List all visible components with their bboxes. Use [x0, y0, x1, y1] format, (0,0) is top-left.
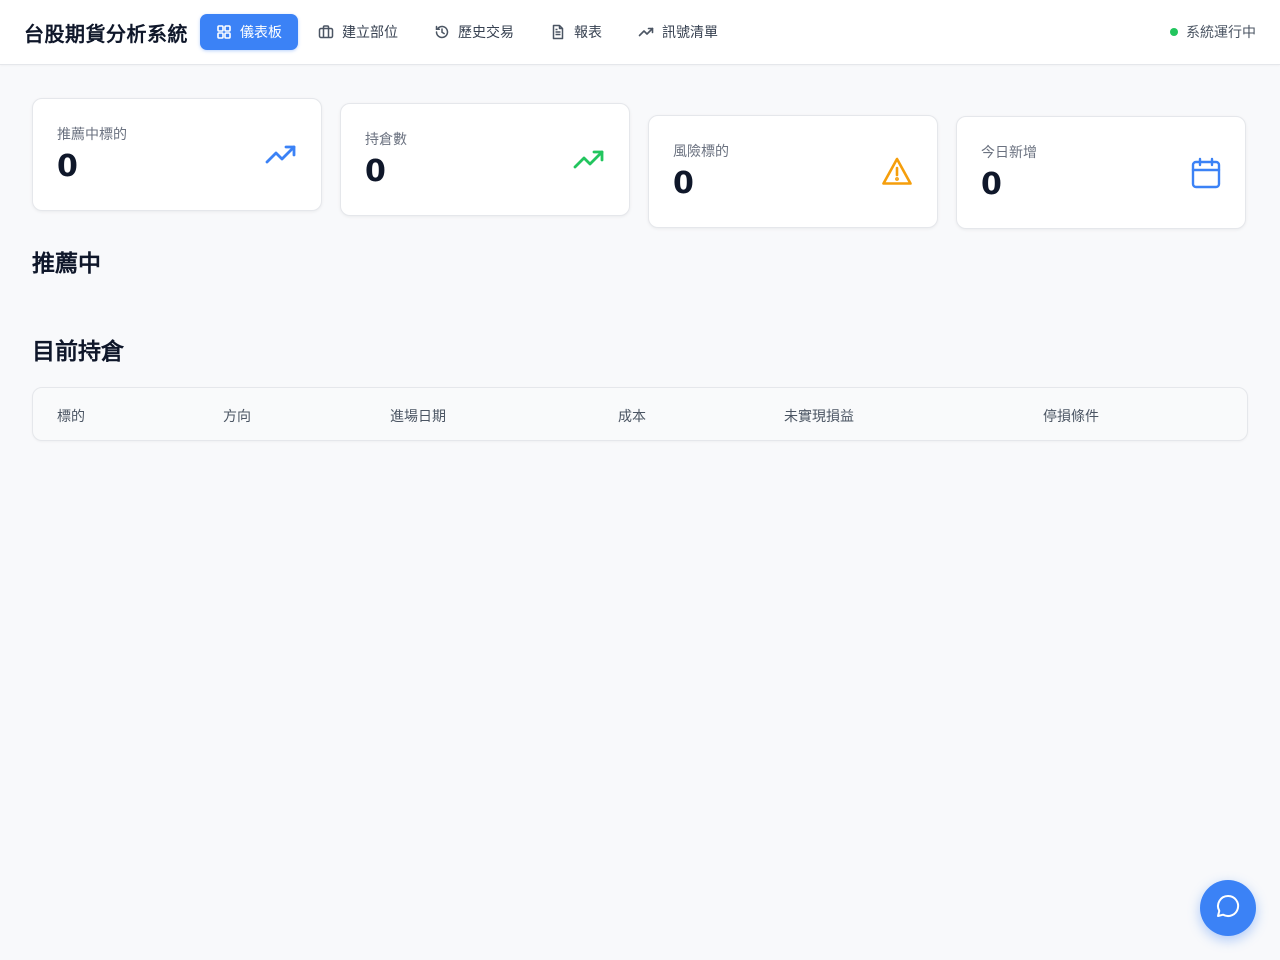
nav-reports[interactable]: 報表	[534, 14, 618, 50]
top-navbar: 台股期貨分析系統 儀表板 建立部位 歷史交易 報表 訊號清單 系統運行中	[0, 0, 1280, 65]
stat-label: 今日新增	[981, 145, 1037, 161]
stat-label: 持倉數	[365, 132, 407, 148]
history-icon	[434, 24, 450, 40]
recommended-section-title: 推薦中	[32, 251, 101, 277]
stat-label: 推薦中標的	[57, 127, 127, 143]
warning-icon	[881, 156, 913, 192]
stat-card-risk: 風險標的 0	[648, 115, 938, 228]
column-header-stop-loss: 停損條件	[1043, 409, 1099, 425]
stat-card-positions: 持倉數 0	[340, 103, 630, 216]
column-header-symbol: 標的	[57, 409, 85, 425]
stat-value: 0	[673, 166, 694, 201]
positions-section-title: 目前持倉	[32, 339, 124, 365]
trending-up-icon	[638, 24, 654, 40]
trending-up-icon	[573, 146, 605, 178]
stat-value: 0	[365, 154, 386, 189]
column-header-entry-date: 進場日期	[390, 409, 446, 425]
column-header-direction: 方向	[223, 409, 251, 425]
nav-dashboard-label: 儀表板	[240, 25, 282, 41]
chat-icon	[1215, 893, 1241, 923]
column-header-unrealized-pnl: 未實現損益	[784, 409, 854, 425]
column-header-cost: 成本	[618, 409, 646, 425]
stat-value: 0	[57, 149, 78, 184]
positions-table: 標的 方向 進場日期 成本 未實現損益 停損條件	[32, 387, 1248, 441]
nav-trade-history[interactable]: 歷史交易	[418, 14, 530, 50]
stat-value: 0	[981, 167, 1002, 202]
status-indicator	[1170, 28, 1178, 36]
briefcase-icon	[318, 24, 334, 40]
nav-reports-label: 報表	[574, 25, 602, 41]
stat-card-today-new: 今日新增 0	[956, 116, 1246, 229]
stat-label: 風險標的	[673, 144, 729, 160]
document-icon	[550, 24, 566, 40]
app-title: 台股期貨分析系統	[24, 22, 188, 46]
grid-icon	[216, 24, 232, 40]
nav-signal-list[interactable]: 訊號清單	[622, 14, 734, 50]
system-status: 系統運行中	[1170, 22, 1256, 42]
calendar-icon	[1191, 157, 1221, 193]
stat-card-recommended: 推薦中標的 0	[32, 98, 322, 211]
trending-up-icon	[265, 141, 297, 173]
status-text: 系統運行中	[1186, 25, 1256, 41]
nav-trade-history-label: 歷史交易	[458, 25, 514, 41]
nav-dashboard[interactable]: 儀表板	[200, 14, 298, 50]
nav-create-position-label: 建立部位	[342, 25, 398, 41]
nav-signal-list-label: 訊號清單	[662, 25, 718, 41]
chat-button[interactable]	[1200, 880, 1256, 936]
nav-create-position[interactable]: 建立部位	[302, 14, 414, 50]
